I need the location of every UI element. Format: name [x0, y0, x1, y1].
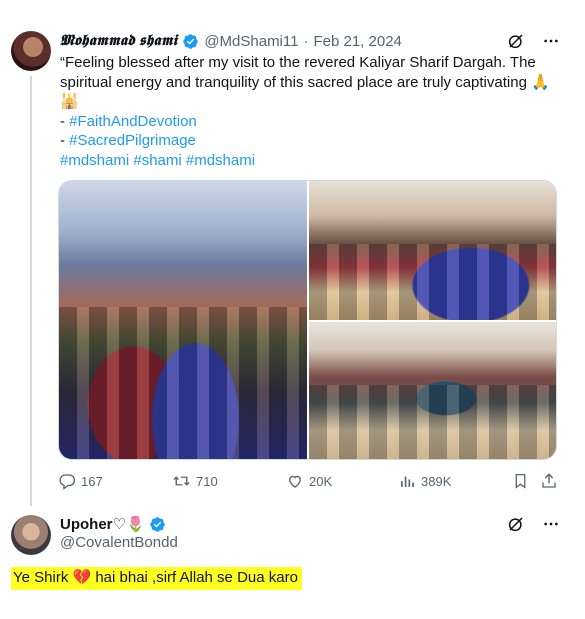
thread-line: [30, 76, 32, 506]
more-icon[interactable]: [543, 516, 559, 537]
tweet-media-grid: [58, 180, 557, 460]
hashtag-link[interactable]: #FaithAndDevotion: [69, 113, 197, 130]
tweet-text-emoji: 🕌: [60, 93, 79, 110]
reply-author-avatar[interactable]: [11, 515, 51, 555]
repost-count: 710: [196, 473, 218, 489]
reply-author-handle[interactable]: @CovalentBondd: [60, 534, 178, 551]
like-count: 20K: [309, 473, 333, 489]
list-dash: -: [60, 132, 70, 149]
grok-icon[interactable]: [507, 32, 525, 50]
verified-icon: [149, 516, 166, 533]
hashtags-links[interactable]: #mdshami #shami #mdshami: [60, 151, 565, 171]
views-icon: [398, 472, 416, 490]
reply-count: 167: [81, 473, 103, 489]
dargah-photo[interactable]: [59, 181, 307, 459]
like-button[interactable]: 20K: [286, 472, 332, 490]
tweet-action-bar: 167 710 20K 389K: [58, 472, 568, 492]
author-name[interactable]: 𝕸𝖔𝖍𝖆𝖒𝖒𝖆𝖉 𝖘𝖍𝖆𝖒𝖎: [60, 32, 177, 50]
author-avatar[interactable]: [11, 31, 51, 71]
hashtag-row: - #FaithAndDevotion: [60, 112, 565, 132]
share-icon: [540, 472, 558, 490]
hashtag-row: - #SacredPilgrimage: [60, 131, 565, 151]
repost-button[interactable]: 710: [172, 472, 218, 490]
tweet-top-actions: [507, 32, 559, 50]
tweet-text-line: spiritual energy and tranquility of this…: [60, 73, 550, 91]
dargah-photo[interactable]: [309, 181, 556, 320]
reply-header: Upoher♡🌷: [60, 515, 166, 533]
repost-icon: [172, 472, 191, 490]
reply-text-highlighted: Ye Shirk 💔 hai bhai ,sirf Allah se Dua k…: [11, 567, 302, 590]
reply-top-actions: [507, 515, 559, 538]
verified-icon: [182, 33, 199, 50]
grok-icon[interactable]: [507, 515, 525, 538]
share-button[interactable]: [540, 472, 558, 490]
bookmark-button[interactable]: [512, 472, 529, 490]
reply-button[interactable]: 167: [58, 472, 103, 490]
views-count: 389K: [421, 473, 452, 489]
list-dash: -: [60, 112, 70, 130]
reply-author-name[interactable]: Upoher♡🌷: [60, 515, 145, 533]
views-button[interactable]: 389K: [398, 472, 451, 490]
hashtag-link[interactable]: #SacredPilgrimage: [69, 132, 196, 149]
author-handle[interactable]: @MdShami11: [204, 33, 298, 50]
tweet-text-line: “Feeling blessed after my visit to the r…: [60, 54, 536, 71]
bookmark-icon: [512, 472, 529, 490]
separator-dot: ·: [303, 32, 309, 50]
reply-icon: [58, 472, 76, 490]
tweet-text: “Feeling blessed after my visit to the r…: [60, 53, 565, 170]
dargah-photo[interactable]: [309, 322, 556, 459]
tweet-date[interactable]: Feb 21, 2024: [313, 33, 401, 50]
tweet-header: 𝕸𝖔𝖍𝖆𝖒𝖒𝖆𝖉 𝖘𝖍𝖆𝖒𝖎 @MdShami11 · Feb 21, 2024: [60, 32, 402, 50]
like-icon: [286, 472, 304, 490]
more-icon[interactable]: [543, 33, 559, 49]
